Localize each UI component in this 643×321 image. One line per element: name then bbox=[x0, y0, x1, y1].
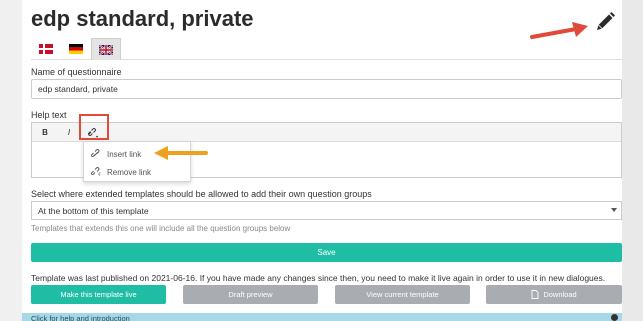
name-input[interactable]: edp standard, private bbox=[31, 79, 622, 99]
name-input-value: edp standard, private bbox=[38, 84, 118, 94]
editor-toolbar: B I bbox=[32, 123, 621, 142]
view-current-template-button[interactable]: View current template bbox=[335, 285, 470, 304]
file-icon bbox=[531, 290, 539, 299]
edit-pencil-icon[interactable] bbox=[594, 11, 616, 33]
tab-english[interactable] bbox=[91, 38, 121, 60]
save-button[interactable]: Save bbox=[31, 243, 622, 262]
annotation-highlight-box bbox=[79, 114, 109, 140]
make-live-button[interactable]: Make this template live bbox=[31, 285, 166, 304]
link-icon bbox=[91, 149, 100, 157]
extended-templates-label: Select where extended templates should b… bbox=[31, 189, 372, 199]
uk-flag-icon bbox=[99, 44, 113, 55]
menu-item-remove-link[interactable]: Remove link bbox=[84, 163, 190, 181]
annotation-arrow-orange bbox=[154, 146, 208, 160]
extended-templates-hint: Templates that extends this one will inc… bbox=[31, 224, 291, 233]
help-bar[interactable]: Click for help and introduction bbox=[22, 313, 622, 321]
page-title: edp standard, private bbox=[31, 6, 254, 31]
tab-german[interactable] bbox=[61, 38, 91, 60]
insert-link-label: Insert link bbox=[107, 149, 142, 159]
german-flag-icon bbox=[69, 44, 83, 54]
remove-link-label: Remove link bbox=[107, 167, 152, 177]
extended-templates-select[interactable]: At the bottom of this template bbox=[31, 201, 622, 220]
page-gutter bbox=[622, 0, 643, 321]
download-label: Download bbox=[543, 290, 577, 299]
publish-notice: Template was last published on 2021-06-1… bbox=[31, 273, 606, 283]
help-text-label: Help text bbox=[31, 110, 67, 120]
italic-button[interactable]: I bbox=[60, 125, 78, 140]
info-icon[interactable] bbox=[611, 314, 618, 321]
bold-button[interactable]: B bbox=[36, 125, 54, 140]
draft-preview-button[interactable]: Draft preview bbox=[183, 285, 318, 304]
tab-danish[interactable] bbox=[31, 38, 61, 60]
unlink-icon bbox=[91, 167, 101, 176]
download-button[interactable]: Download bbox=[486, 285, 622, 304]
language-tabs bbox=[31, 38, 622, 60]
danish-flag-icon bbox=[39, 44, 53, 54]
extended-templates-value: At the bottom of this template bbox=[38, 205, 149, 216]
select-caret-icon bbox=[611, 208, 617, 212]
name-label: Name of questionnaire bbox=[31, 67, 122, 77]
